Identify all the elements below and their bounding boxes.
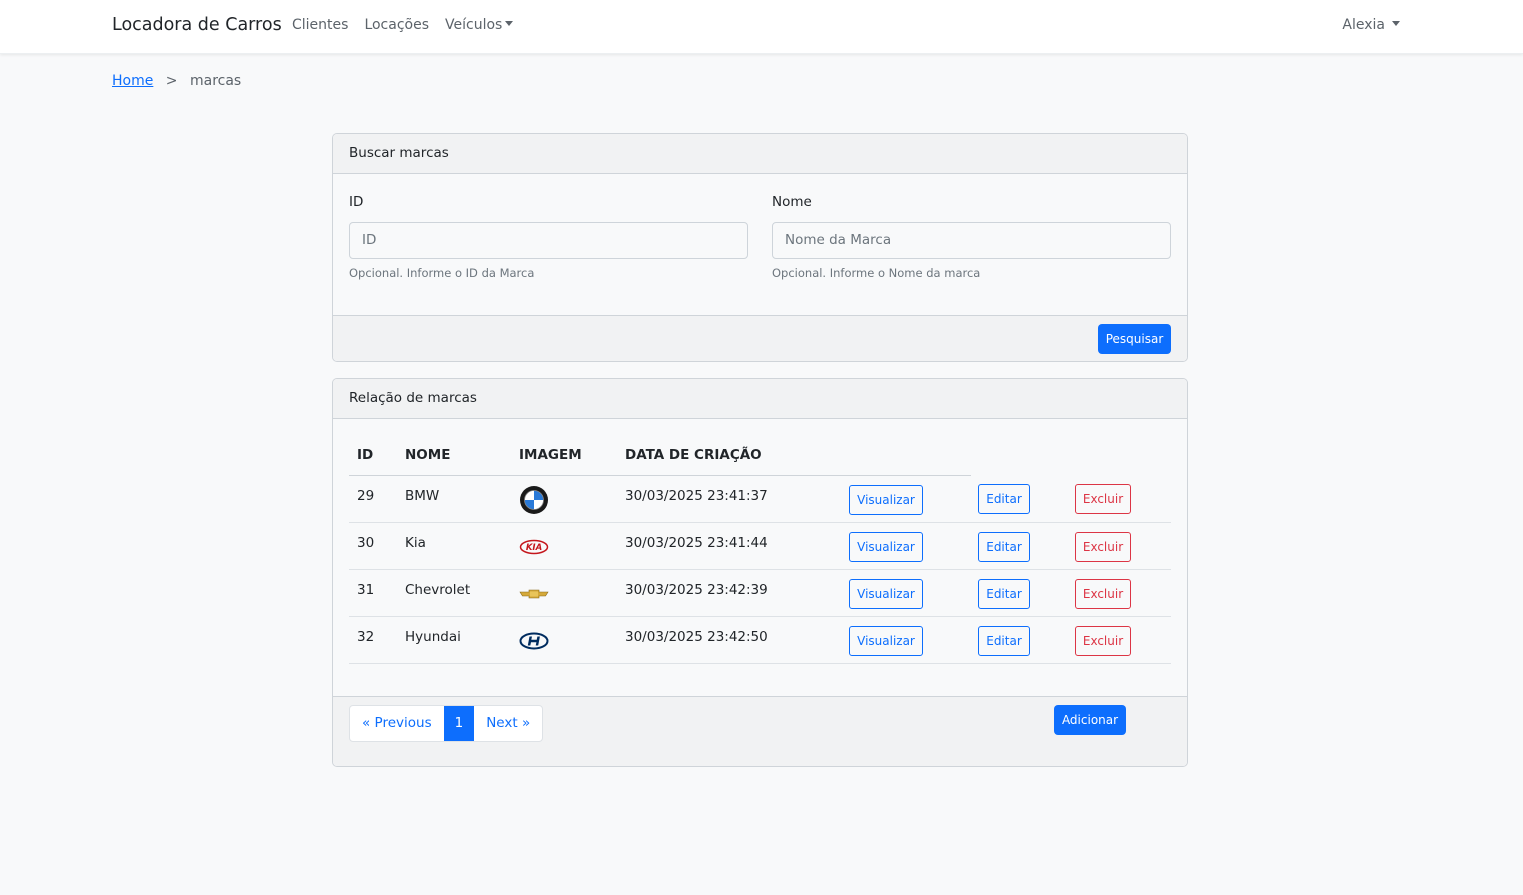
id-label: ID bbox=[349, 194, 364, 210]
name-help-text: Opcional. Informe o Nome da marca bbox=[772, 266, 981, 280]
nav-dropdown-veiculos[interactable]: Veículos bbox=[445, 17, 514, 33]
edit-button[interactable]: Editar bbox=[978, 532, 1030, 562]
pagination-page-1[interactable]: 1 bbox=[443, 706, 475, 741]
view-button[interactable]: Visualizar bbox=[849, 626, 923, 656]
list-card-title: Relação de marcas bbox=[333, 379, 1187, 419]
column-header-id: ID bbox=[357, 447, 374, 463]
brand-link[interactable]: Locadora de Carros bbox=[112, 15, 282, 35]
nav-link-locacoes[interactable]: Locações bbox=[364, 17, 429, 33]
nav-links: Clientes Locações Veículos bbox=[292, 17, 514, 33]
name-input[interactable]: Nome da Marca bbox=[772, 222, 1171, 259]
delete-button[interactable]: Excluir bbox=[1075, 484, 1131, 514]
breadcrumb-home-link[interactable]: Home bbox=[112, 73, 153, 89]
delete-button[interactable]: Excluir bbox=[1075, 579, 1131, 609]
column-header-nome: NOME bbox=[405, 447, 451, 463]
name-field-group: Nome Nome da Marca Opcional. Informe o N… bbox=[772, 194, 1171, 280]
add-button[interactable]: Adicionar bbox=[1054, 705, 1126, 735]
id-help-text: Opcional. Informe o ID da Marca bbox=[349, 266, 535, 280]
edit-button[interactable]: Editar bbox=[978, 579, 1030, 609]
brands-list-card: Relação de marcas ID NOME IMAGEM DATA DE… bbox=[332, 378, 1188, 767]
row-name: BMW bbox=[405, 488, 440, 504]
view-button[interactable]: Visualizar bbox=[849, 579, 923, 609]
edit-button[interactable]: Editar bbox=[978, 626, 1030, 656]
row-id: 32 bbox=[357, 629, 375, 645]
pagination-next[interactable]: Next » bbox=[474, 706, 542, 741]
svg-text:KIA: KIA bbox=[526, 543, 542, 553]
pagination-previous[interactable]: « Previous bbox=[350, 706, 444, 741]
row-name: Kia bbox=[405, 535, 426, 551]
delete-button[interactable]: Excluir bbox=[1075, 626, 1131, 656]
id-input[interactable]: ID bbox=[349, 222, 748, 259]
search-card-title: Buscar marcas bbox=[333, 134, 1187, 174]
pagination: « Previous 1 Next » bbox=[349, 705, 544, 742]
chevron-down-icon bbox=[1392, 21, 1400, 26]
user-name: Alexia bbox=[1342, 17, 1385, 33]
table-row: 32 Hyundai 30/03/2025 23:42:50 Visualiza… bbox=[349, 617, 1171, 664]
delete-button[interactable]: Excluir bbox=[1075, 532, 1131, 562]
row-name: Chevrolet bbox=[405, 582, 471, 598]
search-button[interactable]: Pesquisar bbox=[1098, 324, 1171, 354]
edit-button[interactable]: Editar bbox=[978, 484, 1030, 514]
chevrolet-logo-icon bbox=[519, 589, 549, 599]
row-created-date: 30/03/2025 23:42:50 bbox=[625, 629, 768, 645]
chevron-down-icon bbox=[505, 21, 514, 26]
row-id: 30 bbox=[357, 535, 375, 551]
breadcrumb-current: marcas bbox=[189, 73, 242, 89]
nav-link-clientes[interactable]: Clientes bbox=[292, 17, 348, 33]
column-header-data: DATA DE CRIAÇÃO bbox=[625, 447, 762, 463]
nav-link-veiculos-label: Veículos bbox=[445, 17, 503, 33]
row-created-date: 30/03/2025 23:41:44 bbox=[625, 535, 768, 551]
kia-logo-icon: KIA bbox=[519, 539, 549, 555]
list-card-footer: « Previous 1 Next » Adicionar bbox=[333, 696, 1187, 766]
row-id: 29 bbox=[357, 488, 375, 504]
search-card-footer: Pesquisar bbox=[333, 315, 1187, 361]
row-id: 31 bbox=[357, 582, 375, 598]
row-name: Hyundai bbox=[405, 629, 461, 645]
table-row: 29 BMW 30/03/2025 23:41:37 Visualizar Ed… bbox=[349, 476, 1171, 523]
bmw-logo-icon bbox=[520, 486, 548, 514]
table-row: 31 Chevrolet 30/03/2025 23:42:39 Visuali… bbox=[349, 570, 1171, 617]
breadcrumb-separator: > bbox=[165, 73, 178, 89]
view-button[interactable]: Visualizar bbox=[849, 485, 923, 515]
row-created-date: 30/03/2025 23:42:39 bbox=[625, 582, 768, 598]
id-field-group: ID ID Opcional. Informe o ID da Marca bbox=[349, 194, 748, 280]
top-navbar: Locadora de Carros Clientes Locações Veí… bbox=[0, 0, 1523, 54]
row-created-date: 30/03/2025 23:41:37 bbox=[625, 488, 768, 504]
hyundai-logo-icon bbox=[519, 632, 549, 650]
column-header-imagem: IMAGEM bbox=[519, 447, 582, 463]
view-button[interactable]: Visualizar bbox=[849, 532, 923, 562]
breadcrumb: Home > marcas bbox=[112, 73, 241, 89]
user-dropdown[interactable]: Alexia bbox=[1342, 17, 1400, 33]
table-row: 30 Kia KIA 30/03/2025 23:41:44 Visualiza… bbox=[349, 523, 1171, 570]
search-card: Buscar marcas ID ID Opcional. Informe o … bbox=[332, 133, 1188, 362]
name-label: Nome bbox=[772, 194, 812, 210]
